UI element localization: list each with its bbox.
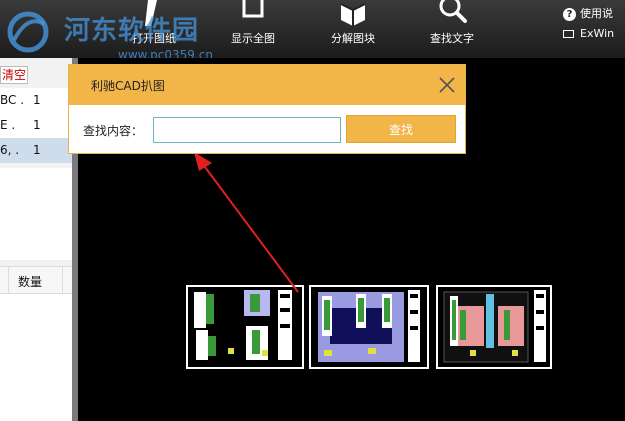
help-icon: ? bbox=[563, 8, 576, 21]
find-text-button[interactable]: 查找文字 bbox=[424, 0, 480, 58]
list-item[interactable]: BC . 1 bbox=[0, 88, 72, 113]
find-content-input[interactable] bbox=[153, 117, 341, 143]
toolbar-right-links: ? 使用说 ExWin bbox=[563, 6, 625, 46]
table-header: 数量 bbox=[0, 266, 72, 295]
find-dialog: 利驰CAD扒图 查找内容： 查找 bbox=[68, 64, 466, 154]
find-content-label: 查找内容： bbox=[83, 124, 144, 138]
fit-view-icon bbox=[242, 0, 264, 18]
list-empty-area bbox=[0, 168, 72, 260]
table-body bbox=[0, 294, 72, 421]
find-text-label: 查找文字 bbox=[430, 32, 474, 45]
watermark-logo-icon bbox=[7, 11, 49, 53]
show-full-drawing-label: 显示全图 bbox=[231, 32, 275, 45]
dialog-title-bar[interactable]: 利驰CAD扒图 bbox=[69, 65, 465, 105]
list-item-selected[interactable]: 6, . 1 bbox=[0, 138, 72, 163]
cube-icon bbox=[340, 3, 366, 26]
explode-block-button[interactable]: 分解图块 bbox=[325, 0, 381, 58]
close-icon[interactable] bbox=[437, 75, 457, 95]
main-toolbar: 打开图纸 显示全图 分解图块 查找文字 ? 使用说 ExWin 河东软件园 ww… bbox=[0, 0, 625, 62]
drawing-sheet-2 bbox=[309, 285, 429, 369]
find-button[interactable]: 查找 bbox=[346, 115, 456, 143]
drawing-sheet-1 bbox=[186, 285, 304, 369]
watermark-site-name: 河东软件园 bbox=[64, 16, 200, 46]
explode-block-label: 分解图块 bbox=[331, 32, 375, 45]
help-link[interactable]: ? 使用说 bbox=[563, 6, 625, 26]
window-icon bbox=[563, 30, 574, 38]
dialog-title: 利驰CAD扒图 bbox=[91, 79, 165, 93]
count-column-header[interactable]: 数量 bbox=[18, 273, 42, 290]
drawing-sheet-3 bbox=[436, 285, 552, 369]
exwin-link[interactable]: ExWin bbox=[563, 26, 625, 46]
search-icon bbox=[439, 0, 467, 23]
left-panel: 清空 BC . 1 E . 1 6, . 1 数量 bbox=[0, 58, 72, 421]
show-full-drawing-button[interactable]: 显示全图 bbox=[225, 0, 281, 58]
app-window: 打开图纸 显示全图 分解图块 查找文字 ? 使用说 ExWin 河东软件园 ww… bbox=[0, 0, 625, 421]
clear-button[interactable]: 清空 bbox=[0, 66, 28, 84]
list-item[interactable]: E . 1 bbox=[0, 113, 72, 138]
